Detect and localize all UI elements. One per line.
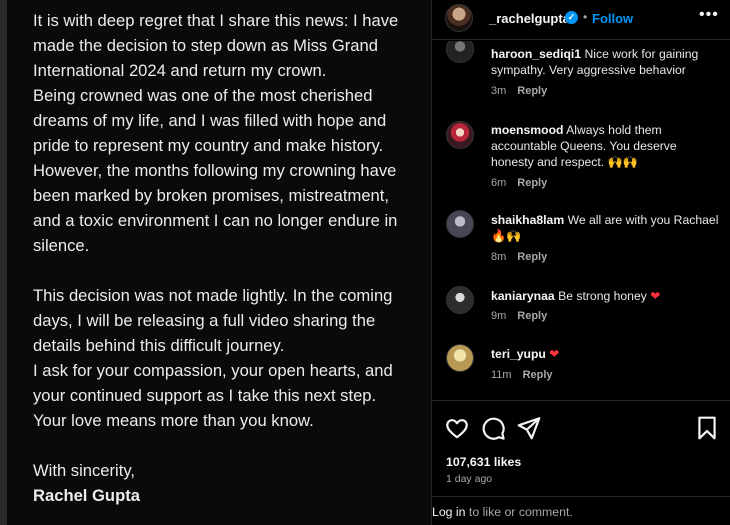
comment-meta: 6m Reply — [491, 177, 547, 189]
comment-meta: 11m Reply — [491, 369, 553, 381]
statement-signature: Rachel Gupta — [33, 486, 140, 505]
post-sidebar: _rachelgupta ✓ • Follow ••• haroon_sediq… — [432, 0, 730, 525]
post-statement: It is with deep regret that I share this… — [33, 8, 413, 508]
login-prompt: Log in to like or comment. — [432, 505, 573, 519]
comment-body: Be strong honey — [558, 289, 647, 303]
more-options-icon[interactable]: ••• — [699, 6, 719, 24]
comment-time: 11m — [491, 369, 512, 381]
bookmark-icon[interactable] — [694, 415, 720, 441]
login-prompt-text: to like or comment. — [465, 505, 573, 519]
statement-paragraph: This decision was not made lightly. In t… — [33, 286, 393, 355]
statement-paragraph: However, the months following my crownin… — [33, 161, 398, 255]
statement-closing: With sincerity, — [33, 461, 136, 480]
statement-paragraph: I ask for your compassion, your open hea… — [33, 361, 393, 405]
comment-time: 9m — [491, 310, 507, 322]
comment-text: teri_yupu ❤ — [491, 346, 721, 362]
window-frame-edge — [0, 0, 7, 525]
post-image: It is with deep regret that I share this… — [7, 0, 431, 525]
commenter-avatar[interactable] — [446, 41, 474, 63]
comment-text: shaikha8lam We all are with you Rachael … — [491, 212, 721, 244]
commenter-username[interactable]: kaniarynaa — [491, 289, 555, 303]
statement-paragraph: Being crowned was one of the most cheris… — [33, 86, 387, 155]
comment-text: moensmood Always hold them accountable Q… — [491, 122, 721, 170]
comment-meta: 9m Reply — [491, 310, 547, 322]
commenter-avatar[interactable] — [446, 210, 474, 238]
commenter-username[interactable]: haroon_sediqi1 — [491, 47, 581, 61]
post-actions-bar — [432, 405, 730, 449]
reply-button[interactable]: Reply — [517, 85, 547, 97]
follow-button[interactable]: Follow — [592, 11, 633, 26]
paper-plane-icon[interactable] — [516, 415, 542, 441]
comment-time: 3m — [491, 85, 507, 97]
author-username[interactable]: _rachelgupta — [489, 11, 570, 26]
comments-list[interactable]: haroon_sediqi1 Nice work for gaining sym… — [432, 41, 730, 400]
commenter-avatar[interactable] — [446, 121, 474, 149]
commenter-avatar[interactable] — [446, 286, 474, 314]
comment-bubble-icon[interactable] — [480, 415, 506, 441]
reply-button[interactable]: Reply — [523, 369, 553, 381]
statement-paragraph: It is with deep regret that I share this… — [33, 11, 399, 80]
likes-count[interactable]: 107,631 likes — [446, 455, 521, 469]
commenter-username[interactable]: shaikha8lam — [491, 213, 564, 227]
comment-meta: 3m Reply — [491, 85, 547, 97]
commenter-username[interactable]: moensmood — [491, 123, 563, 137]
header-separator: • — [583, 10, 588, 24]
commenter-avatar[interactable] — [446, 344, 474, 372]
login-divider — [432, 496, 730, 497]
comment-text: haroon_sediqi1 Nice work for gaining sym… — [491, 46, 721, 78]
reply-button[interactable]: Reply — [517, 251, 547, 263]
comment-time: 8m — [491, 251, 507, 263]
statement-paragraph: Your love means more than you know. — [33, 411, 314, 430]
heart-emoji-icon: ❤ — [549, 347, 560, 361]
comment-meta: 8m Reply — [491, 251, 547, 263]
actions-divider — [432, 400, 730, 401]
post-header: _rachelgupta ✓ • Follow ••• — [432, 0, 730, 40]
comment-time: 6m — [491, 177, 507, 189]
reply-button[interactable]: Reply — [517, 310, 547, 322]
author-avatar[interactable] — [445, 4, 473, 32]
verified-badge-icon: ✓ — [565, 11, 578, 24]
heart-emoji-icon: ❤ — [650, 289, 661, 303]
heart-outline-icon[interactable] — [444, 415, 470, 441]
comment-text: kaniarynaa Be strong honey ❤ — [491, 288, 721, 304]
reply-button[interactable]: Reply — [517, 177, 547, 189]
commenter-username[interactable]: teri_yupu — [491, 347, 546, 361]
login-link[interactable]: Log in — [432, 505, 466, 519]
post-timestamp[interactable]: 1 day ago — [446, 473, 492, 485]
